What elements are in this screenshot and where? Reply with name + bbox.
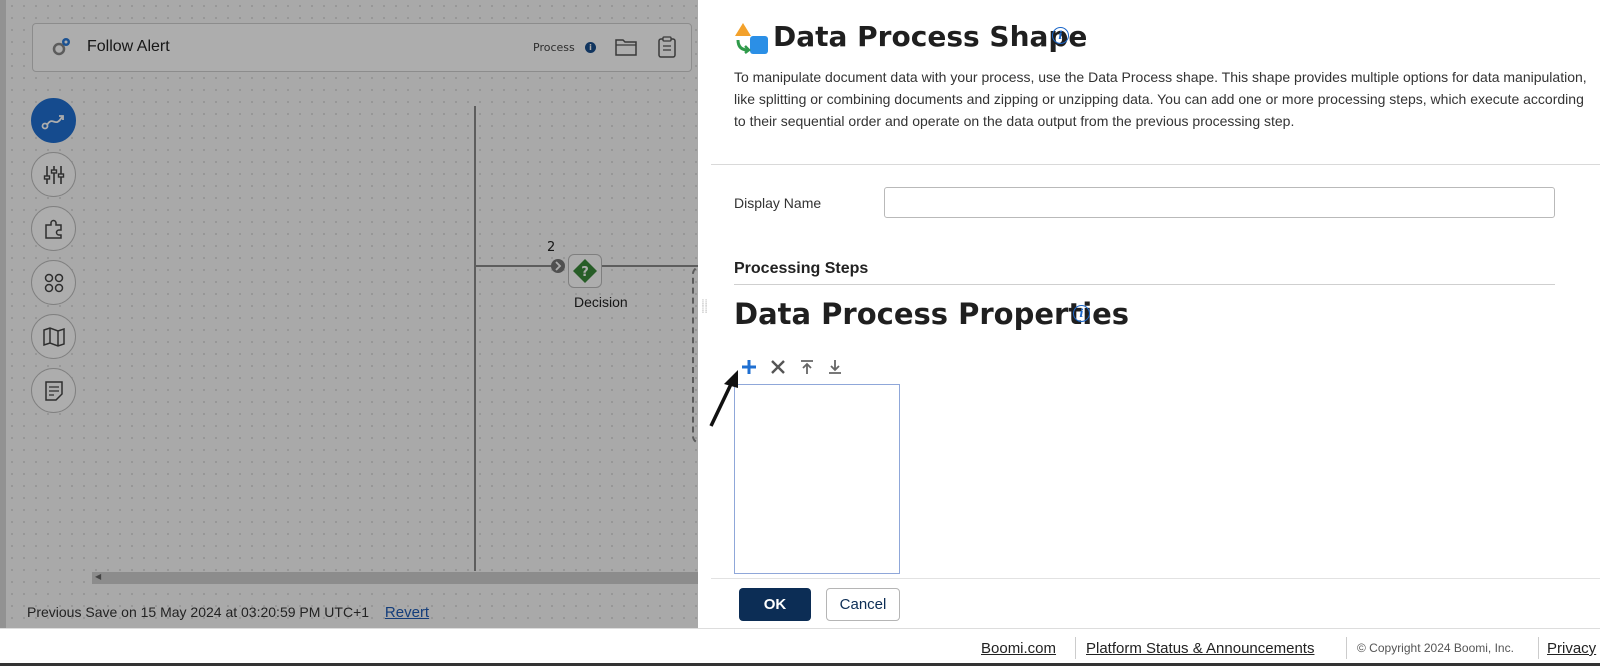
divider bbox=[734, 284, 1555, 285]
map-tool-button[interactable] bbox=[31, 314, 76, 359]
process-canvas[interactable]: Follow Alert Process i 2 ? Decision ◀ Pr… bbox=[0, 0, 698, 628]
move-top-icon bbox=[801, 360, 813, 374]
gears-icon bbox=[52, 38, 70, 56]
scroll-left-icon[interactable]: ◀ bbox=[95, 572, 101, 581]
ok-button[interactable]: OK bbox=[739, 588, 811, 621]
step-number: 2 bbox=[547, 240, 556, 255]
display-name-label: Display Name bbox=[734, 195, 822, 211]
cancel-button[interactable]: Cancel bbox=[826, 588, 900, 621]
modal-description: To manipulate document data with your pr… bbox=[734, 69, 1587, 129]
boomi-link[interactable]: Boomi.com bbox=[981, 640, 1056, 657]
route-icon bbox=[41, 114, 64, 129]
dashed-branch bbox=[692, 266, 698, 444]
notes-icon bbox=[44, 380, 63, 401]
components-tool-button[interactable] bbox=[31, 260, 76, 305]
connector-line bbox=[476, 265, 552, 267]
properties-title: Data Process Properties bbox=[734, 297, 1130, 331]
close-icon bbox=[771, 360, 785, 374]
processing-steps-heading: Processing Steps bbox=[734, 260, 869, 277]
route-tool-button[interactable] bbox=[31, 98, 76, 143]
title-info-icon[interactable]: i bbox=[1052, 27, 1069, 44]
settings-tool-button[interactable] bbox=[31, 152, 76, 197]
process-header: Follow Alert Process i bbox=[32, 23, 692, 72]
apps-icon bbox=[44, 273, 63, 292]
decision-shape[interactable]: ? bbox=[568, 254, 602, 288]
previous-save-status: Previous Save on 15 May 2024 at 03:20:59… bbox=[27, 604, 429, 621]
horizontal-scrollbar[interactable]: ◀ bbox=[92, 572, 698, 584]
puzzle-icon bbox=[44, 219, 62, 239]
divider bbox=[711, 164, 1600, 165]
extensions-tool-button[interactable] bbox=[31, 206, 76, 251]
folder-icon[interactable] bbox=[615, 38, 637, 56]
move-bottom-icon bbox=[829, 360, 841, 374]
footer-separator bbox=[1538, 637, 1539, 659]
connector-line bbox=[474, 106, 476, 571]
previous-save-text: Previous Save on 15 May 2024 at 03:20:59… bbox=[27, 604, 370, 620]
modal-title: Data Process Shape bbox=[773, 20, 1088, 53]
privacy-link[interactable]: Privacy bbox=[1547, 640, 1596, 657]
properties-info-icon[interactable]: i bbox=[1073, 305, 1090, 322]
map-icon bbox=[42, 326, 65, 347]
processing-steps-list[interactable] bbox=[734, 384, 900, 574]
page-footer: Boomi.com Platform Status & Announcement… bbox=[0, 628, 1600, 666]
connector-line bbox=[602, 265, 698, 267]
move-step-bottom-button[interactable] bbox=[824, 356, 846, 378]
sliders-icon bbox=[43, 165, 64, 184]
notes-tool-button[interactable] bbox=[31, 368, 76, 413]
decision-label: Decision bbox=[574, 294, 628, 310]
process-info-icon[interactable]: i bbox=[585, 42, 596, 53]
pointer-arrow-icon bbox=[709, 370, 738, 427]
resize-grip-icon[interactable]: ⁞⁞ ⁞⁞ bbox=[698, 299, 711, 328]
svg-text:?: ? bbox=[581, 265, 589, 280]
decision-icon: ? bbox=[573, 259, 597, 283]
data-process-shape-icon bbox=[735, 23, 768, 54]
copyright-text: © Copyright 2024 Boomi, Inc. bbox=[1357, 641, 1514, 655]
remove-step-button[interactable] bbox=[767, 356, 789, 378]
platform-status-link[interactable]: Platform Status & Announcements bbox=[1086, 640, 1314, 657]
footer-separator bbox=[1346, 637, 1347, 659]
footer-separator bbox=[1075, 637, 1076, 659]
connector-arrow-icon bbox=[551, 259, 565, 273]
revert-link[interactable]: Revert bbox=[385, 604, 429, 621]
display-name-input[interactable] bbox=[884, 187, 1555, 218]
move-step-top-button[interactable] bbox=[796, 356, 818, 378]
clipboard-icon[interactable] bbox=[658, 36, 676, 58]
process-name: Follow Alert bbox=[87, 38, 170, 55]
process-type-label: Process bbox=[533, 41, 575, 54]
